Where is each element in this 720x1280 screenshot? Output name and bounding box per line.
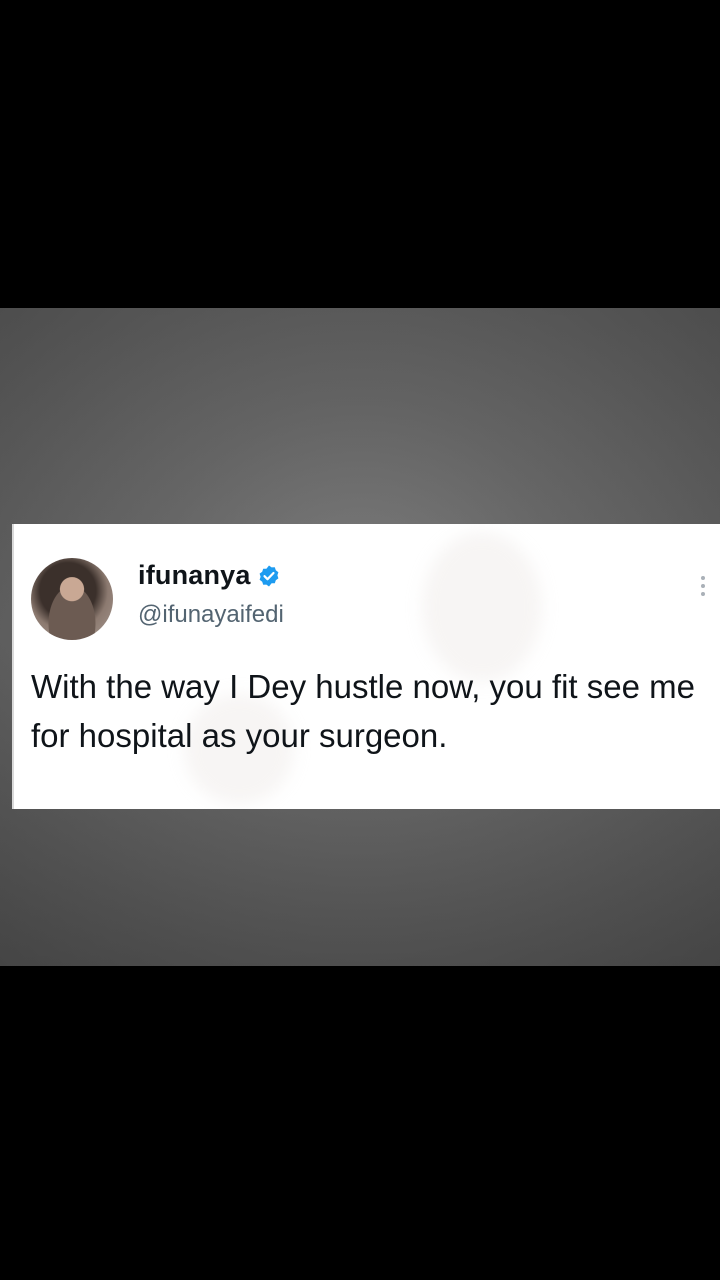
avatar[interactable] (31, 558, 113, 640)
author-handle[interactable]: @ifunayaifedi (138, 601, 284, 629)
video-frame: ifunanya @ifunayaifedi With the way I De… (0, 0, 720, 1280)
tweet-card[interactable]: ifunanya @ifunayaifedi With the way I De… (12, 524, 720, 809)
author-name-row: ifunanya (138, 560, 281, 591)
display-name[interactable]: ifunanya (138, 560, 251, 591)
background-figure (422, 532, 542, 682)
tweet-text: With the way I Dey hustle now, you fit s… (31, 668, 695, 754)
more-options-icon[interactable] (700, 576, 706, 602)
verified-badge-icon (257, 564, 281, 588)
